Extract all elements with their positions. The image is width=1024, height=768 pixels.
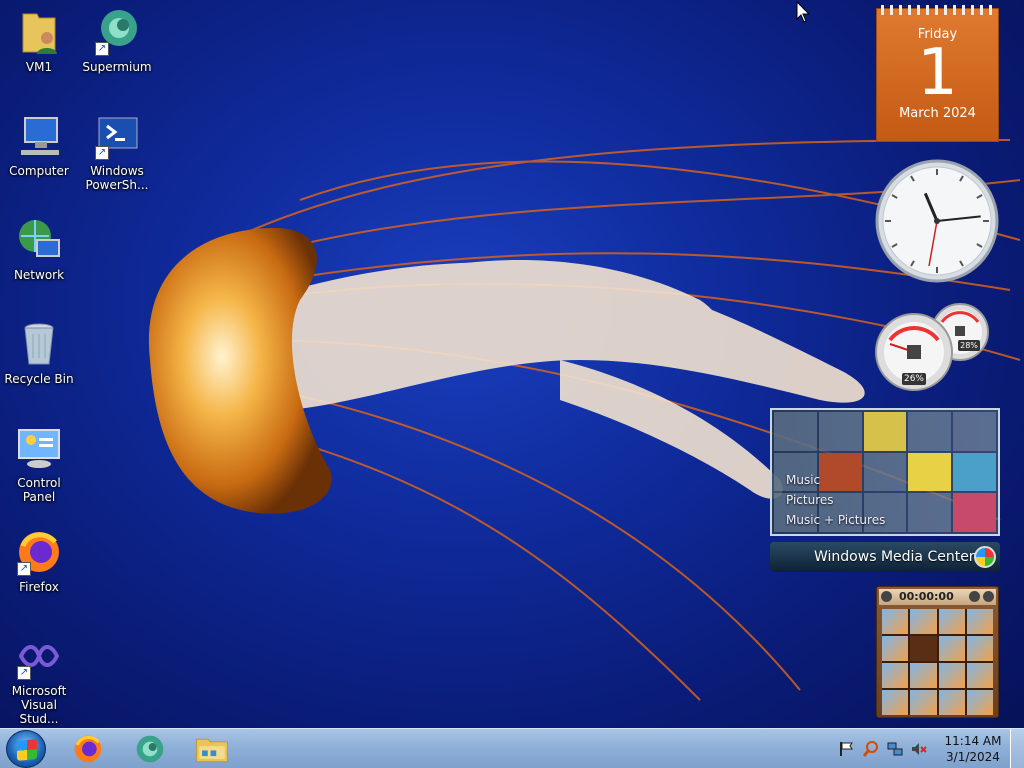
desktop-icon-label: Microsoft Visual Stud... bbox=[11, 684, 67, 726]
puzzle-piece[interactable] bbox=[910, 609, 937, 634]
desktop-icon-label: Firefox bbox=[19, 580, 59, 594]
puzzle-empty-slot bbox=[910, 636, 937, 661]
puzzle-piece[interactable] bbox=[966, 690, 993, 715]
taskbar-time: 11:14 AM bbox=[944, 734, 1002, 748]
media-menu-music-pictures[interactable]: Music + Pictures bbox=[786, 510, 885, 530]
taskbar-supermium-button[interactable] bbox=[124, 731, 176, 767]
desktop-icon-label: Recycle Bin bbox=[4, 372, 74, 386]
shortcut-arrow-icon: ↗ bbox=[17, 562, 31, 576]
wallpaper-jellyfish bbox=[148, 139, 1021, 701]
recycle-bin-icon bbox=[15, 320, 63, 368]
desktop-icon-label: Computer bbox=[9, 164, 69, 178]
clock-gadget[interactable] bbox=[874, 158, 1000, 284]
taskbar-firefox-button[interactable] bbox=[62, 731, 114, 767]
desktop-icon-powershell[interactable]: ↗ Windows PowerSh... bbox=[79, 112, 155, 192]
windows-logo-icon bbox=[17, 739, 37, 761]
desktop-icon-label: Supermium bbox=[82, 60, 152, 74]
calendar-rings bbox=[881, 5, 994, 15]
taskbar: 11:14 AM 3/1/2024 bbox=[0, 728, 1024, 768]
visual-studio-icon: ↗ bbox=[15, 632, 63, 680]
taskbar-file-explorer-button[interactable] bbox=[186, 731, 238, 767]
puzzle-piece[interactable] bbox=[966, 636, 993, 661]
shortcut-arrow-icon: ↗ bbox=[95, 42, 109, 56]
desktop-icon-recycle-bin[interactable]: Recycle Bin bbox=[1, 320, 77, 386]
puzzle-piece[interactable] bbox=[938, 636, 965, 661]
puzzle-header: 00:00:00 bbox=[879, 589, 996, 605]
shortcut-arrow-icon: ↗ bbox=[17, 666, 31, 680]
puzzle-piece[interactable] bbox=[882, 636, 909, 661]
puzzle-piece[interactable] bbox=[882, 609, 909, 634]
desktop-icon-label: Control Panel bbox=[17, 476, 61, 504]
file-explorer-icon bbox=[196, 738, 228, 763]
memory-usage-label: 28% bbox=[958, 340, 980, 351]
calendar-day: 1 bbox=[917, 36, 958, 110]
shortcut-arrow-icon: ↗ bbox=[95, 146, 109, 160]
user-folder-icon bbox=[15, 8, 63, 56]
desktop-icon-label: Network bbox=[13, 268, 65, 282]
control-panel-icon bbox=[15, 424, 63, 472]
firefox-icon: ↗ bbox=[15, 528, 63, 576]
picture-puzzle-gadget[interactable]: 00:00:00 bbox=[876, 586, 999, 718]
desktop-icon-label: Windows PowerSh... bbox=[85, 164, 149, 192]
puzzle-piece[interactable] bbox=[910, 690, 937, 715]
puzzle-piece[interactable] bbox=[938, 663, 965, 688]
media-menu: Music Pictures Music + Pictures bbox=[786, 470, 885, 530]
media-center-title-bar[interactable]: Windows Media Center bbox=[770, 542, 1000, 572]
puzzle-piece[interactable] bbox=[910, 663, 937, 688]
media-menu-music[interactable]: Music bbox=[786, 470, 885, 490]
firefox-icon bbox=[74, 735, 102, 763]
desktop-icon-supermium[interactable]: ↗ Supermium bbox=[79, 8, 155, 74]
network-icon[interactable] bbox=[886, 740, 904, 758]
puzzle-pause-icon[interactable] bbox=[881, 591, 892, 602]
cpu-usage-label: 26% bbox=[902, 373, 926, 385]
desktop-icon-network[interactable]: Network bbox=[1, 216, 77, 282]
system-tray bbox=[838, 737, 928, 761]
computer-icon bbox=[15, 112, 63, 160]
desktop-icon-computer[interactable]: Computer bbox=[1, 112, 77, 178]
puzzle-grid bbox=[882, 609, 993, 715]
desktop-icon-vm1[interactable]: VM1 bbox=[1, 8, 77, 74]
puzzle-piece[interactable] bbox=[882, 690, 909, 715]
puzzle-piece[interactable] bbox=[882, 663, 909, 688]
puzzle-help-icon[interactable] bbox=[969, 591, 980, 602]
network-icon bbox=[15, 216, 63, 264]
calendar-gadget[interactable]: Friday 1 March 2024 bbox=[876, 5, 999, 142]
show-desktop-button[interactable] bbox=[1010, 729, 1024, 768]
desktop-icon-control-panel[interactable]: Control Panel bbox=[1, 424, 77, 504]
mouse-cursor-icon bbox=[796, 1, 810, 23]
puzzle-timer: 00:00:00 bbox=[899, 590, 954, 603]
puzzle-piece[interactable] bbox=[938, 690, 965, 715]
calendar-month-year: March 2024 bbox=[899, 106, 976, 121]
puzzle-piece[interactable] bbox=[966, 609, 993, 634]
desktop-icon-visual-studio[interactable]: ↗ Microsoft Visual Stud... bbox=[1, 632, 77, 726]
media-menu-pictures[interactable]: Pictures bbox=[786, 490, 885, 510]
action-center-flag-icon[interactable] bbox=[838, 740, 856, 758]
volume-muted-icon[interactable] bbox=[910, 740, 928, 758]
windows-logo-icon bbox=[974, 546, 996, 568]
powershell-icon: ↗ bbox=[93, 112, 141, 160]
puzzle-solve-icon[interactable] bbox=[983, 591, 994, 602]
start-button[interactable] bbox=[6, 730, 46, 768]
puzzle-piece[interactable] bbox=[938, 609, 965, 634]
supermium-icon: ↗ bbox=[93, 8, 141, 56]
taskbar-clock[interactable]: 11:14 AM 3/1/2024 bbox=[940, 733, 1006, 765]
desktop-icon-label: VM1 bbox=[25, 60, 53, 74]
supermium-icon bbox=[136, 735, 164, 763]
puzzle-piece[interactable] bbox=[966, 663, 993, 688]
cpu-meter-gadget[interactable]: 26% 28% bbox=[872, 300, 1000, 392]
taskbar-date: 3/1/2024 bbox=[946, 750, 1000, 764]
desktop-icon-firefox[interactable]: ↗ Firefox bbox=[1, 528, 77, 594]
media-center-title: Windows Media Center bbox=[814, 549, 975, 565]
search-icon[interactable] bbox=[862, 740, 880, 758]
media-center-gadget[interactable]: Music Pictures Music + Pictures Windows … bbox=[770, 408, 1000, 572]
